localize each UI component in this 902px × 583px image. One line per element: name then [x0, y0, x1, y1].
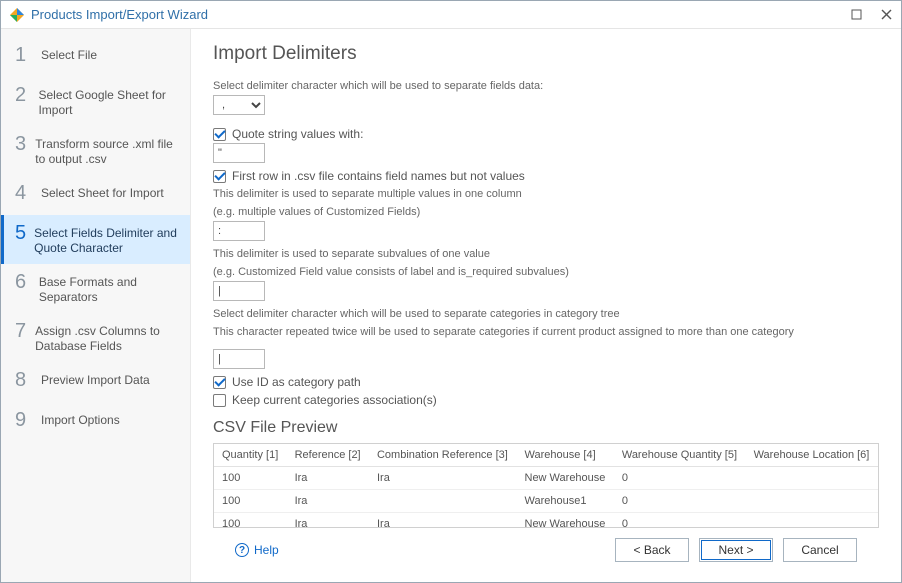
- step-num: 2: [15, 85, 30, 105]
- step-9[interactable]: 9 Import Options: [1, 402, 190, 442]
- step-5[interactable]: 5 Select Fields Delimiter and Quote Chara…: [1, 215, 190, 264]
- cell: [369, 490, 517, 513]
- cell: 100: [214, 490, 287, 513]
- quote-input[interactable]: [213, 143, 265, 163]
- useid-checkbox[interactable]: [213, 376, 226, 389]
- step-3[interactable]: 3 Transform source .xml file to output .c…: [1, 126, 190, 175]
- col-header[interactable]: Quantity [1]: [214, 444, 287, 467]
- step-1[interactable]: 1 Select File: [1, 37, 190, 77]
- footer: ? Help < Back Next > Cancel: [213, 528, 879, 572]
- table-row[interactable]: 100IraIraNew Warehouse0: [214, 467, 878, 490]
- multi-delimiter-input[interactable]: [213, 221, 265, 241]
- cat-label-2: This character repeated twice will be us…: [213, 325, 879, 339]
- cell: 100: [214, 467, 287, 490]
- step-label: Preview Import Data: [41, 370, 150, 388]
- cell: 100: [214, 513, 287, 529]
- delimiter-label: Select delimiter character which will be…: [213, 79, 879, 93]
- cell: Warehouse1: [517, 490, 614, 513]
- cell: Ira: [287, 467, 369, 490]
- useid-checkbox-label: Use ID as category path: [232, 375, 361, 389]
- preview-header-row: Quantity [1]Reference [2]Combination Ref…: [214, 444, 878, 467]
- help-link[interactable]: ? Help: [235, 543, 279, 557]
- cell: New Warehouse: [517, 467, 614, 490]
- step-label: Assign .csv Columns to Database Fields: [35, 321, 180, 354]
- step-2[interactable]: 2 Select Google Sheet for Import: [1, 77, 190, 126]
- cell: 0: [614, 490, 746, 513]
- cell: New Warehouse: [517, 513, 614, 529]
- table-row[interactable]: 100Ira Warehouse10: [214, 490, 878, 513]
- sub-label-1: This delimiter is used to separate subva…: [213, 247, 879, 261]
- cancel-button[interactable]: Cancel: [783, 538, 857, 562]
- help-label: Help: [254, 543, 279, 557]
- back-button[interactable]: < Back: [615, 538, 689, 562]
- firstrow-checkbox-label: First row in .csv file contains field na…: [232, 169, 525, 183]
- delimiter-select[interactable]: ,: [213, 95, 265, 115]
- wizard-window: Products Import/Export Wizard 1 Select Fi…: [0, 0, 902, 583]
- csv-preview[interactable]: Quantity [1]Reference [2]Combination Ref…: [213, 443, 879, 528]
- col-header[interactable]: Warehouse Location [6]: [746, 444, 878, 467]
- step-label: Import Options: [41, 410, 120, 428]
- app-logo-icon: [9, 7, 25, 23]
- close-icon[interactable]: [879, 8, 893, 22]
- quote-checkbox[interactable]: [213, 128, 226, 141]
- step-8[interactable]: 8 Preview Import Data: [1, 362, 190, 402]
- step-label: Select Google Sheet for Import: [38, 85, 180, 118]
- page-heading: Import Delimiters: [213, 43, 879, 65]
- step-num: 7: [15, 321, 27, 341]
- help-icon: ?: [235, 543, 249, 557]
- step-label: Select File: [41, 45, 97, 63]
- multi-label-2: (e.g. multiple values of Customized Fiel…: [213, 205, 879, 219]
- cell: [746, 490, 878, 513]
- preview-heading: CSV File Preview: [213, 419, 879, 437]
- cell: 0: [614, 513, 746, 529]
- cell: 0: [614, 467, 746, 490]
- main-content: Import Delimiters Select delimiter chara…: [191, 29, 901, 582]
- titlebar: Products Import/Export Wizard: [1, 1, 901, 29]
- step-label: Select Fields Delimiter and Quote Charac…: [34, 223, 180, 256]
- sub-label-2: (e.g. Customized Field value consists of…: [213, 265, 879, 279]
- step-label: Transform source .xml file to output .cs…: [35, 134, 180, 167]
- firstrow-checkbox[interactable]: [213, 170, 226, 183]
- step-7[interactable]: 7 Assign .csv Columns to Database Fields: [1, 313, 190, 362]
- col-header[interactable]: Warehouse [4]: [517, 444, 614, 467]
- step-4[interactable]: 4 Select Sheet for Import: [1, 175, 190, 215]
- step-num: 8: [15, 370, 33, 390]
- cell: Ira: [287, 490, 369, 513]
- col-header[interactable]: Reference [2]: [287, 444, 369, 467]
- cell: Ira: [287, 513, 369, 529]
- multi-label-1: This delimiter is used to separate multi…: [213, 187, 879, 201]
- step-num: 5: [15, 223, 26, 243]
- step-6[interactable]: 6 Base Formats and Separators: [1, 264, 190, 313]
- preview-body: 100IraIraNew Warehouse0100IraWarehouse10…: [214, 467, 878, 529]
- step-num: 9: [15, 410, 33, 430]
- step-num: 6: [15, 272, 31, 292]
- step-label: Base Formats and Separators: [39, 272, 180, 305]
- sub-delimiter-input[interactable]: [213, 281, 265, 301]
- cat-delimiter-input[interactable]: [213, 349, 265, 369]
- preview-table: Quantity [1]Reference [2]Combination Ref…: [214, 444, 878, 528]
- window-title: Products Import/Export Wizard: [31, 7, 849, 22]
- step-num: 3: [15, 134, 27, 154]
- cell: [746, 513, 878, 529]
- keepcat-checkbox-label: Keep current categories association(s): [232, 393, 437, 407]
- step-num: 1: [15, 45, 33, 65]
- cat-label-1: Select delimiter character which will be…: [213, 307, 879, 321]
- maximize-icon[interactable]: [849, 8, 863, 22]
- col-header[interactable]: Combination Reference [3]: [369, 444, 517, 467]
- cell: Ira: [369, 467, 517, 490]
- step-label: Select Sheet for Import: [41, 183, 164, 201]
- step-num: 4: [15, 183, 33, 203]
- col-header[interactable]: Warehouse Quantity [5]: [614, 444, 746, 467]
- table-row[interactable]: 100IraIraNew Warehouse0: [214, 513, 878, 529]
- next-button[interactable]: Next >: [699, 538, 773, 562]
- cell: [746, 467, 878, 490]
- keepcat-checkbox[interactable]: [213, 394, 226, 407]
- steps-sidebar: 1 Select File 2 Select Google Sheet for Imp…: [1, 29, 191, 582]
- quote-checkbox-label: Quote string values with:: [232, 127, 363, 141]
- cell: Ira: [369, 513, 517, 529]
